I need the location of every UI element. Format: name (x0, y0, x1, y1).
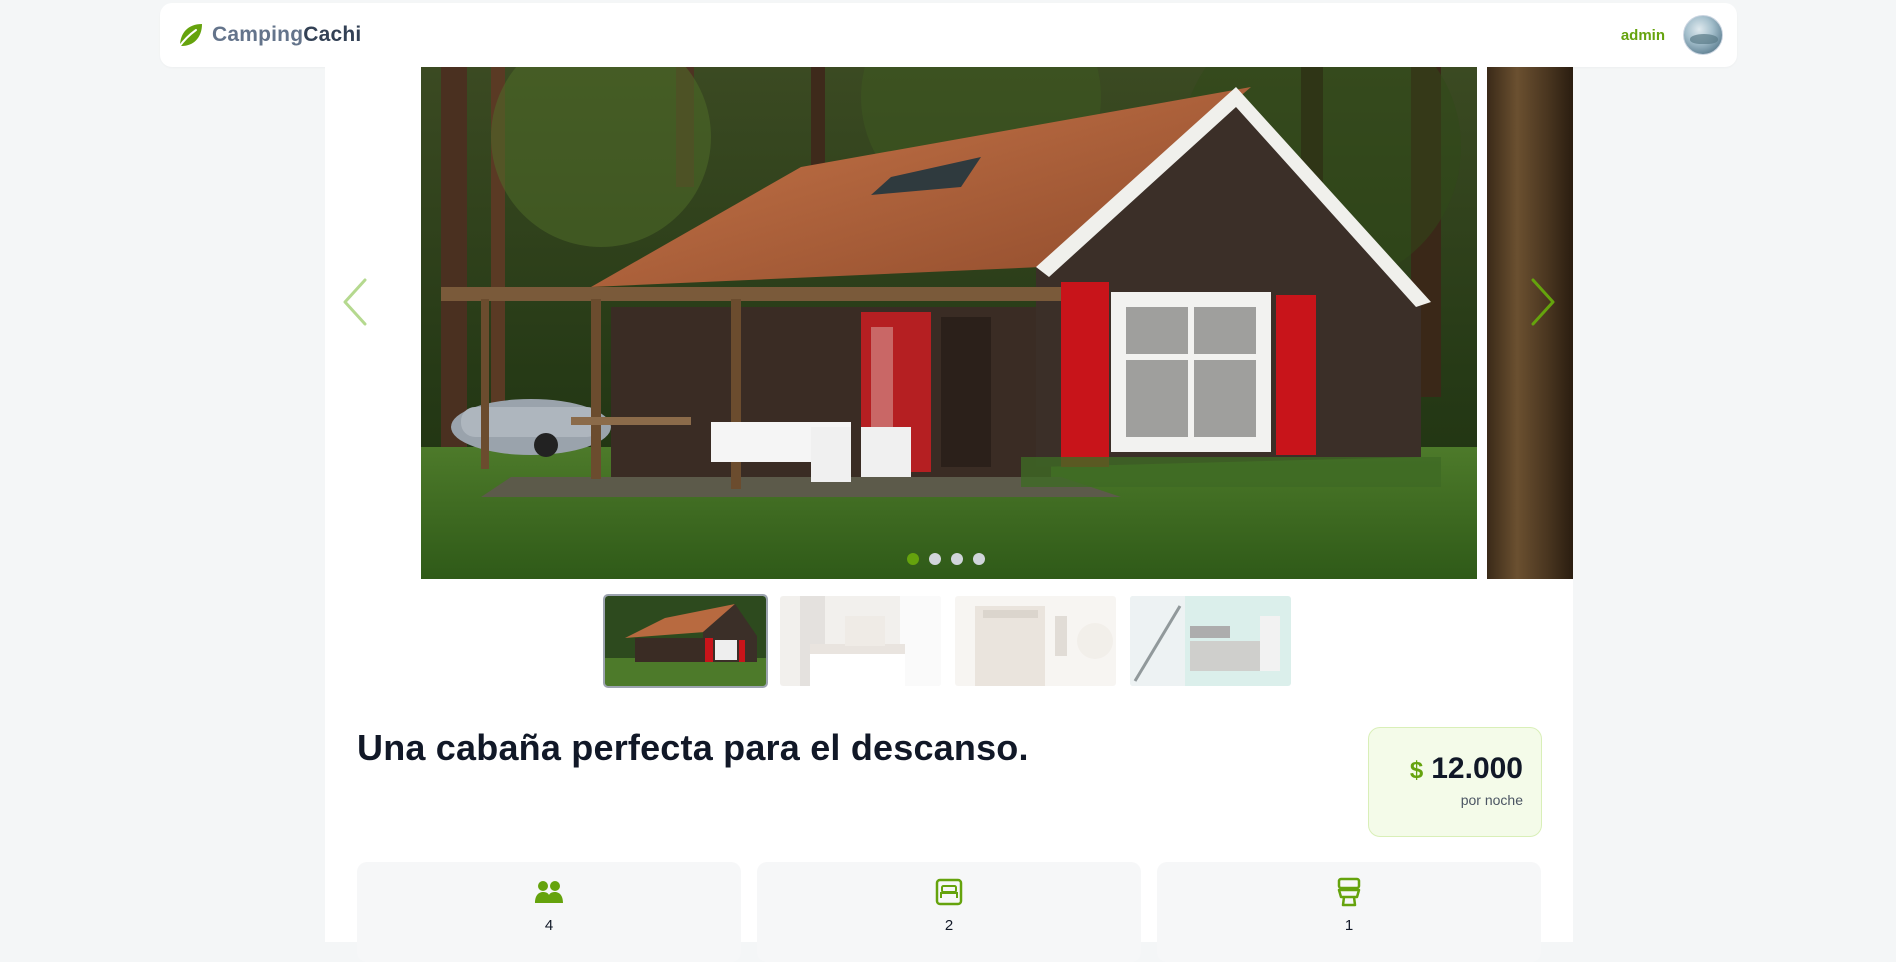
feature-beds: 2 (757, 862, 1141, 962)
feature-bathrooms: 1 (1157, 862, 1541, 962)
currency-symbol: $ (1409, 757, 1424, 784)
carousel-dot-1[interactable] (907, 553, 919, 565)
chevron-left-icon (343, 278, 367, 326)
carousel-slide-cabin (421, 67, 1477, 579)
carousel-prev-button[interactable] (335, 272, 375, 332)
user-menu: admin (1621, 15, 1723, 55)
carousel-dot-4[interactable] (973, 553, 985, 565)
brand-name-part1: Camping (212, 23, 304, 46)
carousel-next-button[interactable] (1523, 272, 1563, 332)
feature-guests: 4 (357, 862, 741, 962)
feature-beds-value: 2 (944, 917, 954, 934)
username-link[interactable]: admin (1621, 27, 1665, 44)
chevron-right-icon (1531, 278, 1555, 326)
price-unit: por noche (1460, 792, 1523, 808)
carousel-pagination (907, 553, 985, 565)
cabin-photo (421, 67, 1477, 579)
leaf-icon (176, 21, 204, 49)
brand-logo[interactable]: CampingCachi (176, 21, 361, 49)
image-carousel (325, 67, 1573, 579)
brand-name-part2: Cachi (303, 23, 362, 46)
thumbnail-kitchen[interactable] (1130, 596, 1291, 686)
feature-bathrooms-value: 1 (1344, 917, 1354, 934)
carousel-dot-3[interactable] (951, 553, 963, 565)
thumbnail-bathroom[interactable] (955, 596, 1116, 686)
avatar[interactable] (1683, 15, 1723, 55)
bed-icon (934, 877, 964, 907)
top-navbar: CampingCachi admin (160, 3, 1737, 67)
feature-list: 4 2 1 (357, 862, 1541, 962)
listing-detail: Una cabaña perfecta para el descanso. $ … (325, 67, 1573, 962)
toilet-icon (1334, 877, 1364, 907)
price-amount: 12.000 (1431, 752, 1523, 785)
guests-icon (534, 877, 564, 907)
thumbnail-bedroom[interactable] (780, 596, 941, 686)
brand-name: CampingCachi (212, 23, 361, 47)
carousel-dot-2[interactable] (929, 553, 941, 565)
feature-guests-value: 4 (544, 917, 554, 934)
thumbnail-strip (603, 594, 1291, 688)
thumbnail-cabin[interactable] (603, 594, 768, 688)
listing-title: Una cabaña perfecta para el descanso. (357, 727, 1029, 768)
price-card: $ 12.000 por noche (1368, 727, 1542, 837)
